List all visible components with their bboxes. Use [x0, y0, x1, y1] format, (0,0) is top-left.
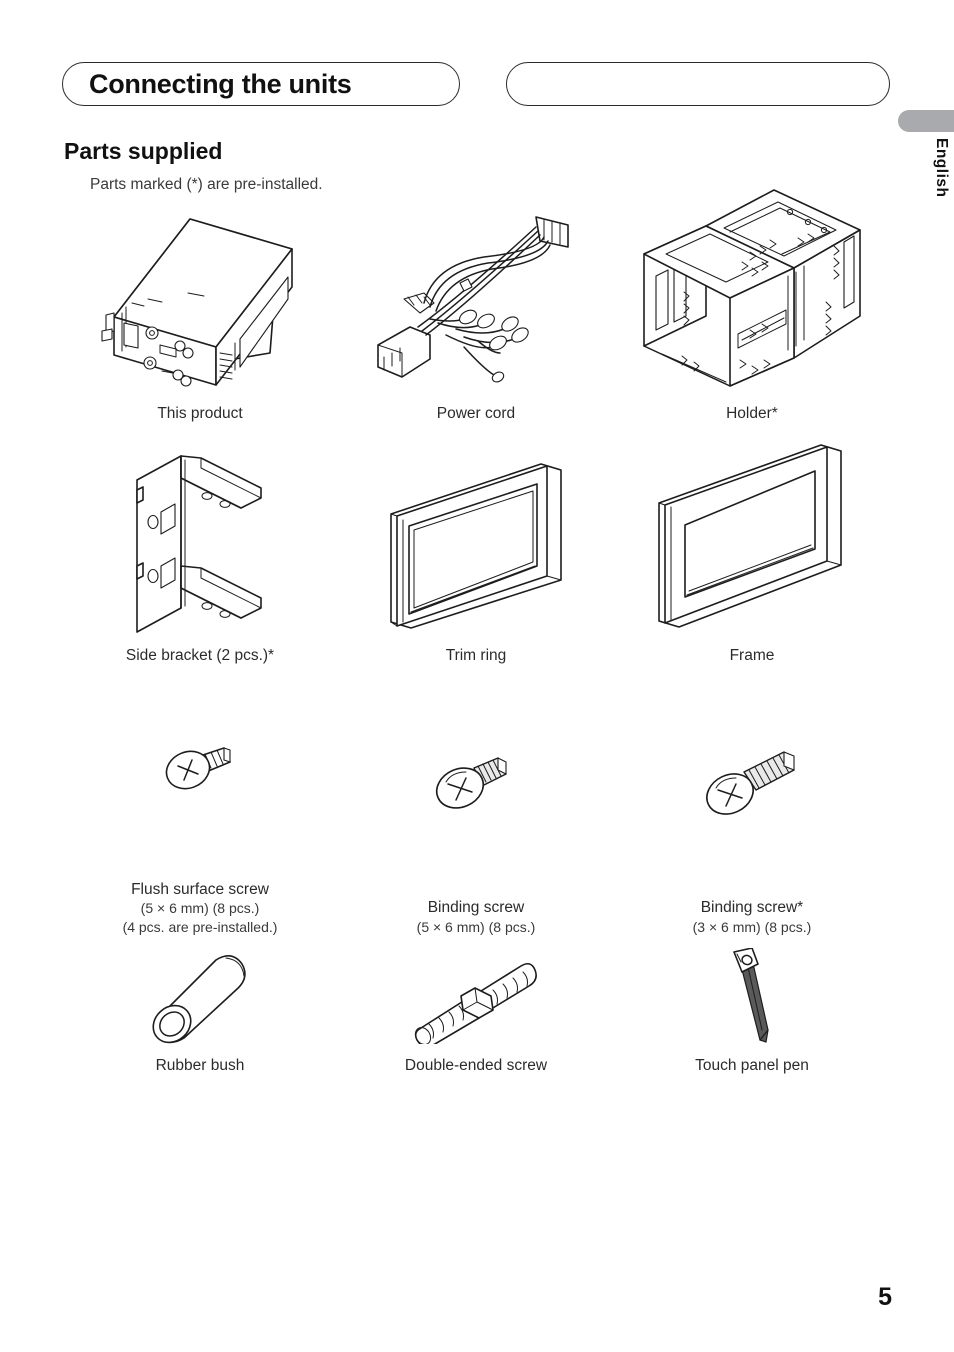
binding-screw-icon: [428, 750, 524, 830]
part-item-this-product: This product: [62, 196, 338, 424]
part-label: Frame: [729, 646, 775, 664]
flush-surface-screw-icon: [156, 732, 244, 812]
parts-row: Flush surface screw (5 × 6 mm) (8 pcs.) …: [62, 732, 890, 936]
part-sub-label: (3 × 6 mm) (8 pcs.): [692, 918, 812, 935]
page-number: 5: [878, 1283, 892, 1311]
parts-row: Rubber bush Double-ended screw Touch pan…: [62, 947, 890, 1076]
holder-icon: [638, 189, 866, 392]
part-label: Touch panel pen: [695, 1056, 809, 1074]
parts-row: Side bracket (2 pcs.)* Trim ring Frame: [62, 444, 890, 666]
language-label: English: [933, 138, 950, 198]
parts-supplied-grid: This product Power cord Holder* Side bra…: [62, 189, 890, 1076]
touch-panel-pen-icon: [710, 947, 794, 1044]
power-cord-icon: [368, 196, 583, 392]
part-label: This product: [157, 405, 243, 422]
part-sub-label: (5 × 6 mm) (8 pcs.): [416, 918, 536, 935]
part-item-holder: Holder*: [614, 189, 890, 424]
part-label: Holder*: [726, 405, 778, 422]
parts-row: This product Power cord Holder*: [62, 189, 890, 424]
part-item-side-bracket: Side bracket (2 pcs.)*: [62, 444, 338, 666]
language-tab-marker: [898, 110, 954, 132]
part-label: Side bracket (2 pcs.)*: [125, 646, 275, 664]
binding-screw-long-icon: [700, 750, 804, 830]
part-label: Trim ring: [445, 646, 507, 664]
section-title: Parts supplied: [64, 138, 223, 164]
page-title: Connecting the units: [89, 68, 352, 99]
part-sub-label-2: (4 pcs. are pre-installed.): [122, 918, 278, 935]
part-label: Binding screw: [427, 898, 525, 916]
side-bracket-icon: [125, 444, 275, 636]
trim-ring-icon: [381, 444, 571, 636]
part-label: Binding screw*: [700, 898, 804, 916]
secondary-title-pill: [506, 62, 890, 106]
section-note: Parts marked (*) are pre-installed.: [90, 176, 323, 193]
part-item-rubber-bush: Rubber bush: [62, 952, 338, 1076]
part-item-binding-screw-long: Binding screw* (3 × 6 mm) (8 pcs.): [614, 732, 890, 936]
part-sub-label: (5 × 6 mm) (8 pcs.): [140, 900, 260, 917]
part-item-trim-ring: Trim ring: [338, 444, 614, 666]
frame-icon: [649, 444, 854, 636]
part-item-binding-screw: Binding screw (5 × 6 mm) (8 pcs.): [338, 732, 614, 936]
page-header: Connecting the units: [62, 62, 890, 106]
double-ended-screw-icon: [409, 952, 543, 1044]
part-item-power-cord: Power cord: [338, 196, 614, 424]
part-item-frame: Frame: [614, 444, 890, 666]
part-item-flush-surface-screw: Flush surface screw (5 × 6 mm) (8 pcs.) …: [62, 732, 338, 936]
rubber-bush-icon: [140, 952, 260, 1044]
part-label: Double-ended screw: [404, 1056, 548, 1074]
head-unit-icon: [92, 196, 307, 392]
part-label: Flush surface screw: [131, 880, 269, 898]
chapter-title-pill: Connecting the units: [62, 62, 460, 106]
part-item-double-ended-screw: Double-ended screw: [338, 952, 614, 1076]
part-item-touch-panel-pen: Touch panel pen: [614, 947, 890, 1076]
part-label: Power cord: [436, 405, 516, 422]
part-label: Rubber bush: [155, 1056, 245, 1074]
